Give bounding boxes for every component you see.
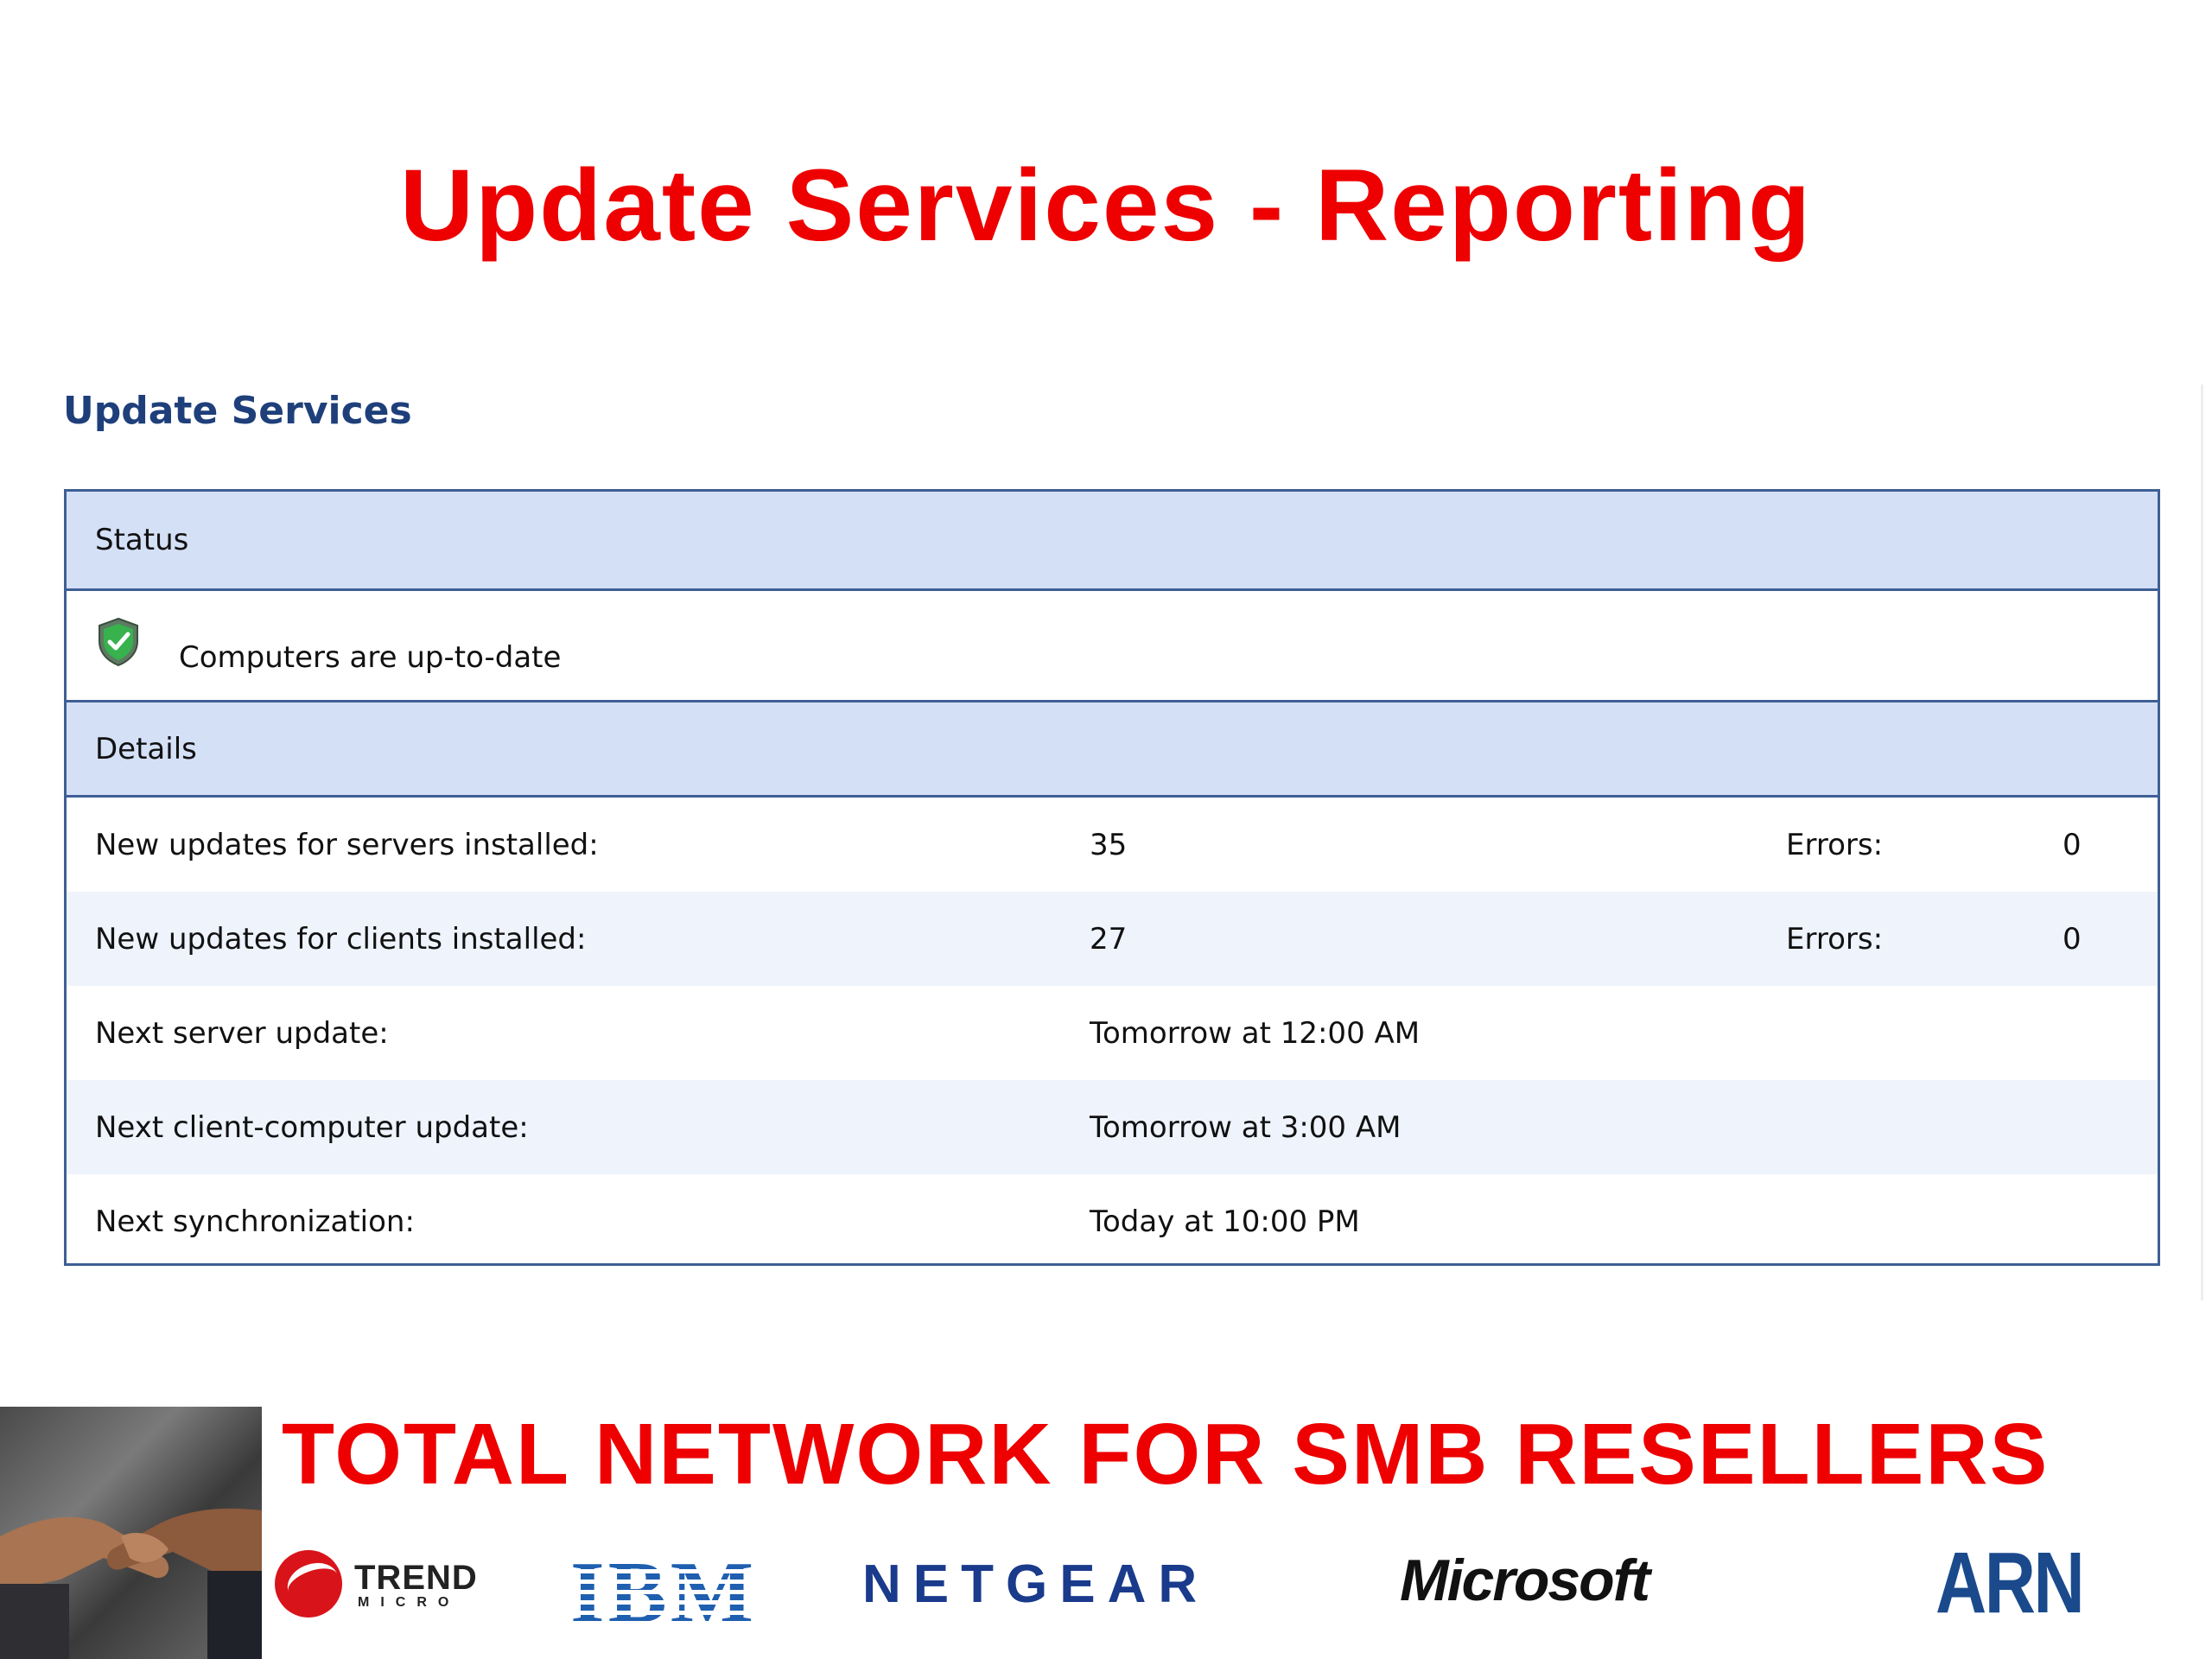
errors-value: 0 — [2063, 921, 2082, 957]
row-value: 27 — [1090, 921, 1128, 957]
handshake-image — [0, 1407, 262, 1659]
table-row: New updates for servers installed: 35 Er… — [67, 798, 2158, 892]
details-header-label: Details — [95, 731, 197, 766]
section-heading: Update Services — [63, 389, 412, 433]
microsoft-logo: Microsoft — [1400, 1548, 1650, 1613]
status-header-label: Status — [95, 523, 189, 557]
netgear-logo: NETGEAR — [862, 1554, 1210, 1614]
ibm-logo: IBM — [570, 1544, 757, 1642]
row-label: Next client-computer update: — [95, 1109, 529, 1145]
row-label: Next synchronization: — [95, 1204, 415, 1239]
row-value: Tomorrow at 3:00 AM — [1090, 1109, 1402, 1145]
table-row: Next client-computer update: Tomorrow at… — [67, 1080, 2158, 1174]
slide-title: Update Services - Reporting — [399, 149, 1813, 263]
row-value: Tomorrow at 12:00 AM — [1090, 1015, 1421, 1051]
status-text: Computers are up-to-date — [179, 640, 562, 675]
details-header: Details — [67, 700, 2158, 798]
errors-value: 0 — [2063, 827, 2082, 862]
handshake-icon — [0, 1508, 262, 1659]
status-row: Computers are up-to-date — [67, 591, 2158, 700]
trend-word: TREND — [354, 1559, 478, 1597]
table-row: Next synchronization: Today at 10:00 PM — [67, 1174, 2158, 1268]
update-services-panel: Status Computers are up-to-date Details … — [64, 489, 2160, 1266]
status-header: Status — [67, 492, 2158, 591]
trend-micro-logo: TREND MICRO — [275, 1547, 477, 1624]
row-label: Next server update: — [95, 1015, 389, 1051]
arn-logo: ARN — [1936, 1535, 2085, 1631]
trend-micro-icon — [275, 1550, 344, 1618]
shield-check-icon — [99, 617, 138, 667]
row-value: Today at 10:00 PM — [1090, 1204, 1360, 1239]
divider-line — [2201, 385, 2203, 1300]
trend-sub: MICRO — [358, 1595, 461, 1610]
row-value: 35 — [1090, 827, 1128, 862]
errors-label: Errors: — [1786, 921, 1884, 957]
errors-label: Errors: — [1786, 827, 1884, 862]
table-row: Next server update: Tomorrow at 12:00 AM — [67, 986, 2158, 1080]
table-row: New updates for clients installed: 27 Er… — [67, 892, 2158, 986]
row-label: New updates for servers installed: — [95, 827, 599, 862]
row-label: New updates for clients installed: — [95, 921, 587, 957]
footer-title: TOTAL NETWORK FOR SMB RESELLERS — [282, 1406, 2050, 1503]
